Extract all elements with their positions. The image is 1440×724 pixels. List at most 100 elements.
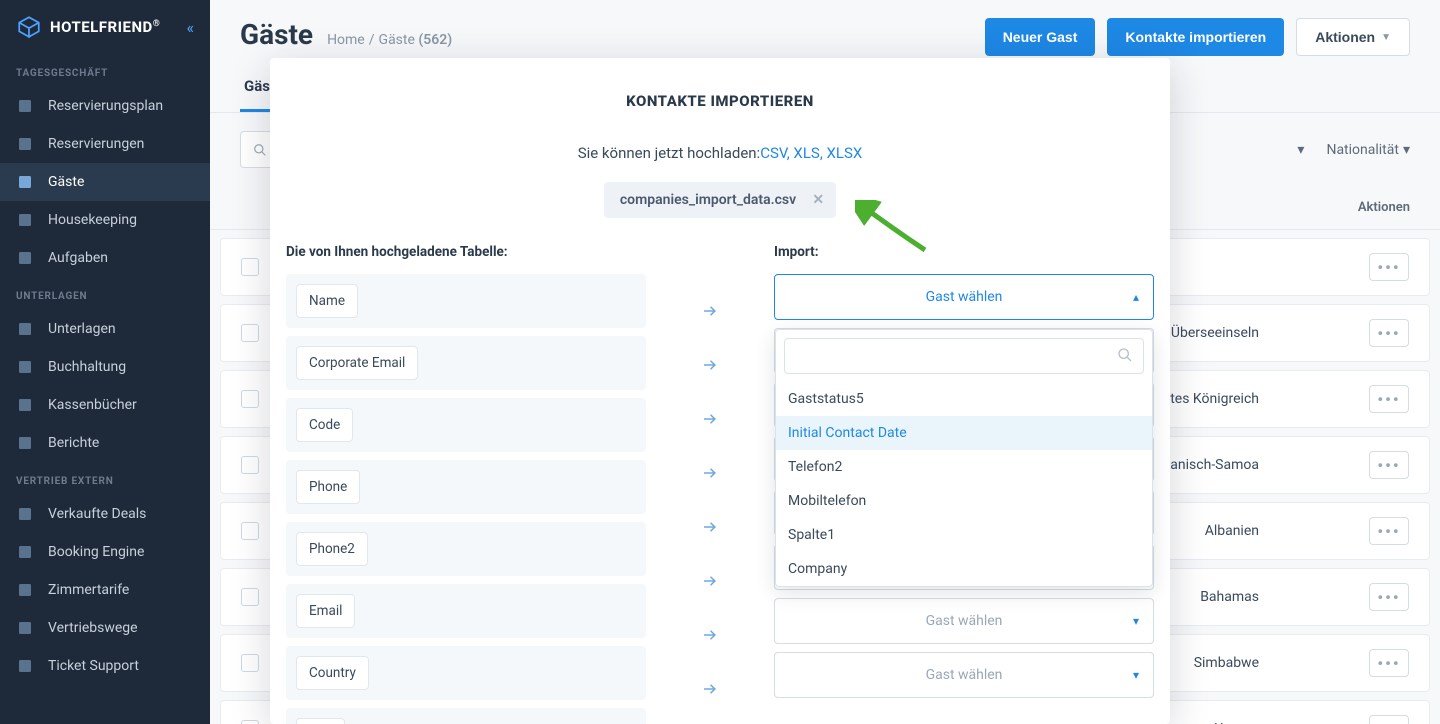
row-actions-button[interactable]: ••• bbox=[1369, 517, 1409, 545]
sidebar-item-label: Housekeeping bbox=[48, 212, 137, 228]
brand-name: HOTELFRIEND® bbox=[50, 18, 160, 36]
destination-dropdown: Gaststatus5Initial Contact DateTelefon2M… bbox=[775, 329, 1153, 587]
sidebar-item-housekeeping[interactable]: Housekeeping bbox=[0, 201, 210, 239]
source-column-row: Corporate Email bbox=[286, 336, 646, 390]
ticket-icon bbox=[16, 657, 34, 675]
source-column-row: Code bbox=[286, 398, 646, 452]
calendar-icon bbox=[16, 97, 34, 115]
import-target-label: Import: bbox=[774, 244, 1154, 260]
engine-icon bbox=[16, 543, 34, 561]
filter-nationality[interactable]: Nationalität ▾ bbox=[1326, 142, 1410, 158]
dropdown-option[interactable]: Telefon2 bbox=[776, 450, 1152, 484]
sidebar-item-label: Verkaufte Deals bbox=[48, 506, 146, 522]
sidebar-item-ticket-support[interactable]: Ticket Support bbox=[0, 647, 210, 685]
mapping-arrow-icon bbox=[680, 288, 740, 334]
row-actions-button[interactable]: ••• bbox=[1369, 649, 1409, 677]
breadcrumb-home[interactable]: Home bbox=[327, 32, 365, 48]
source-column-row: Phone bbox=[286, 460, 646, 514]
dropdown-option[interactable]: Initial Contact Date bbox=[776, 416, 1152, 450]
logo-cube-icon bbox=[16, 14, 42, 40]
dropdown-option[interactable]: Mobiltelefon bbox=[776, 484, 1152, 518]
mapping-arrow-icon bbox=[680, 666, 740, 712]
chevron-down-icon: ▾ bbox=[1403, 142, 1410, 158]
source-column-chip: Phone2 bbox=[296, 532, 368, 566]
remove-file-button[interactable]: ✕ bbox=[812, 192, 824, 208]
grid-icon bbox=[16, 358, 34, 376]
row-actions-button[interactable]: ••• bbox=[1369, 583, 1409, 611]
mapping-arrow-icon bbox=[680, 396, 740, 442]
actions-dropdown-button[interactable]: Aktionen▼ bbox=[1296, 18, 1410, 56]
wrench-icon bbox=[16, 249, 34, 267]
filter-unknown[interactable]: ▾ bbox=[1290, 142, 1305, 158]
person-icon bbox=[16, 173, 34, 191]
cell-nationality: Bahamas bbox=[1200, 589, 1259, 605]
sidebar: HOTELFRIEND® « TAGESGESCHÄFTReservierung… bbox=[0, 0, 210, 724]
row-checkbox[interactable] bbox=[241, 522, 259, 540]
sidebar-item-vertriebswege[interactable]: Vertriebswege bbox=[0, 609, 210, 647]
chevron-down-icon: ▾ bbox=[1297, 142, 1304, 158]
sidebar-item-reservierungen[interactable]: Reservierungen bbox=[0, 125, 210, 163]
destination-select[interactable]: Gast wählen ▾ bbox=[774, 652, 1154, 698]
sidebar-item-gäste[interactable]: Gäste bbox=[0, 163, 210, 201]
sidebar-collapse-button[interactable]: « bbox=[186, 18, 194, 37]
th-actions: Aktionen bbox=[1358, 200, 1410, 215]
sidebar-item-label: Vertriebswege bbox=[48, 620, 138, 636]
breadcrumb-page[interactable]: Gäste bbox=[379, 32, 415, 48]
search-icon bbox=[1117, 347, 1133, 363]
destination-select[interactable]: Gast wählen▴Gaststatus5Initial Contact D… bbox=[774, 274, 1154, 320]
sidebar-item-buchhaltung[interactable]: Buchhaltung bbox=[0, 348, 210, 386]
row-checkbox[interactable] bbox=[241, 456, 259, 474]
sidebar-item-berichte[interactable]: Berichte bbox=[0, 424, 210, 462]
source-column-chip: Phone bbox=[296, 470, 360, 504]
dropdown-search-input[interactable] bbox=[784, 338, 1144, 374]
source-columns-label: Die von Ihnen hochgeladene Tabelle: bbox=[286, 244, 646, 260]
chevron-icon: ▴ bbox=[1133, 290, 1139, 304]
sidebar-item-zimmertarife[interactable]: Zimmertarife bbox=[0, 571, 210, 609]
chevron-icon: ▾ bbox=[1133, 614, 1139, 628]
row-actions-button[interactable]: ••• bbox=[1369, 319, 1409, 347]
row-checkbox[interactable] bbox=[241, 258, 259, 276]
sidebar-item-label: Gäste bbox=[48, 174, 84, 190]
sidebar-item-verkaufte-deals[interactable]: Verkaufte Deals bbox=[0, 495, 210, 533]
sidebar-item-reservierungsplan[interactable]: Reservierungsplan bbox=[0, 87, 210, 125]
sidebar-item-label: Aufgaben bbox=[48, 250, 108, 266]
sidebar-item-aufgaben[interactable]: Aufgaben bbox=[0, 239, 210, 277]
row-checkbox[interactable] bbox=[241, 720, 259, 724]
row-checkbox[interactable] bbox=[241, 588, 259, 606]
sidebar-item-label: Zimmertarife bbox=[48, 582, 129, 598]
dropdown-option[interactable]: Spalte1 bbox=[776, 518, 1152, 552]
source-column-chip: Country bbox=[296, 656, 369, 690]
destination-placeholder: Gast wählen bbox=[926, 667, 1003, 683]
chevron-icon: ▾ bbox=[1133, 668, 1139, 682]
sidebar-section-label: UNTERLAGEN bbox=[0, 277, 210, 310]
source-column-chip: Name bbox=[296, 284, 358, 318]
book-icon bbox=[16, 396, 34, 414]
sidebar-item-label: Kassenbücher bbox=[48, 397, 137, 413]
page-title: Gäste bbox=[240, 18, 313, 51]
dropdown-option[interactable]: Gaststatus5 bbox=[776, 382, 1152, 416]
route-icon bbox=[16, 619, 34, 637]
sidebar-item-booking-engine[interactable]: Booking Engine bbox=[0, 533, 210, 571]
modal-title: KONTAKTE IMPORTIEREN bbox=[270, 92, 1170, 110]
row-checkbox[interactable] bbox=[241, 324, 259, 342]
upload-hint: Sie können jetzt hochladen:CSV, XLS, XLS… bbox=[270, 144, 1170, 162]
sidebar-item-kassenbücher[interactable]: Kassenbücher bbox=[0, 386, 210, 424]
dropdown-option[interactable]: Company bbox=[776, 552, 1152, 586]
row-actions-button[interactable]: ••• bbox=[1369, 385, 1409, 413]
sidebar-item-unterlagen[interactable]: Unterlagen bbox=[0, 310, 210, 348]
row-actions-button[interactable]: ••• bbox=[1369, 253, 1409, 281]
tag-icon bbox=[16, 505, 34, 523]
mapping-arrow-icon bbox=[680, 558, 740, 604]
row-checkbox[interactable] bbox=[241, 390, 259, 408]
source-column-row: Name bbox=[286, 274, 646, 328]
cell-nationality: Albanien bbox=[1205, 523, 1259, 539]
import-contacts-button[interactable]: Kontakte importieren bbox=[1107, 18, 1284, 56]
uploaded-file-name: companies_import_data.csv bbox=[620, 192, 796, 208]
new-guest-button[interactable]: Neuer Gast bbox=[985, 18, 1096, 56]
row-checkbox[interactable] bbox=[241, 654, 259, 672]
row-actions-button[interactable]: ••• bbox=[1369, 715, 1409, 724]
topbar: Gäste Home/Gäste (562) Neuer Gast Kontak… bbox=[210, 0, 1440, 56]
destination-select[interactable]: Gast wählen▾ bbox=[774, 598, 1154, 644]
mapping-arrow-icon bbox=[680, 450, 740, 496]
row-actions-button[interactable]: ••• bbox=[1369, 451, 1409, 479]
